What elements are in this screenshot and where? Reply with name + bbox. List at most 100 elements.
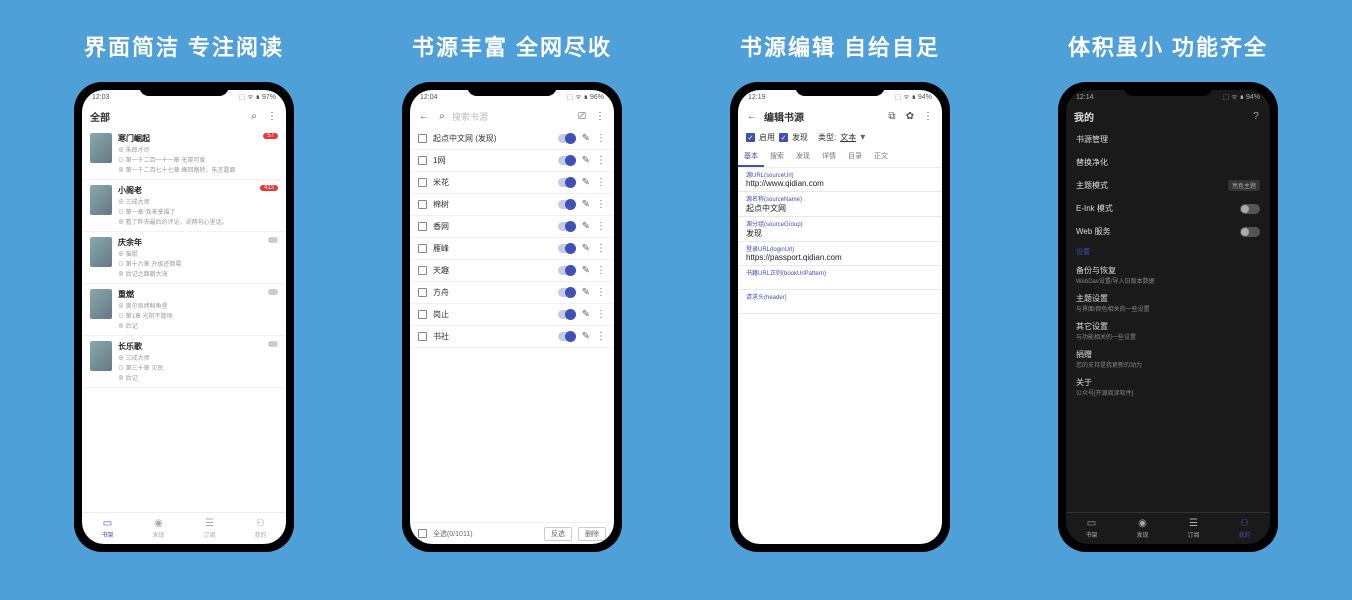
checkbox[interactable] (418, 156, 427, 165)
back-icon[interactable]: ← (746, 110, 758, 122)
search-input[interactable]: ⌕ 搜索书源 (436, 110, 570, 123)
form-field[interactable]: 源分组(sourceGroup) 发现 (738, 217, 942, 242)
edit-icon[interactable]: ✎ (582, 177, 590, 188)
source-row[interactable]: 起点中文网 (发现) ✎ ⋮ (410, 128, 614, 150)
tab-详情[interactable]: 详情 (816, 147, 842, 167)
checkbox[interactable] (418, 310, 427, 319)
nav-发现[interactable]: ◉发现 (1117, 513, 1168, 544)
edit-icon[interactable]: ✎ (582, 309, 590, 320)
checkbox[interactable] (418, 244, 427, 253)
book-item[interactable]: 寒门崛起 ⊕ 朱郎才尽 ⊙ 第一千二百一十一章 无辜可爱 ⊗ 第一千二百七十七章… (82, 128, 286, 180)
form-field[interactable]: 请求头(header) (738, 290, 942, 314)
discover-checkbox[interactable]: ✓ (779, 133, 788, 142)
field-value[interactable]: http://www.qidian.com (746, 179, 934, 189)
source-row[interactable]: 天趣 ✎ ⋮ (410, 260, 614, 282)
enable-checkbox[interactable]: ✓ (746, 133, 755, 142)
source-row[interactable]: 1网 ✎ ⋮ (410, 150, 614, 172)
edit-icon[interactable]: ✎ (582, 265, 590, 276)
enable-toggle[interactable] (558, 200, 576, 209)
book-item[interactable]: 长乐歌 ⊕ 三戒大师 ⊙ 第三十章 灾民 ⊗ 后记 (82, 336, 286, 388)
tab-基本[interactable]: 基本 (738, 147, 764, 167)
nav-订阅[interactable]: ☰订阅 (1168, 513, 1219, 544)
more-icon[interactable]: ⋮ (596, 309, 606, 320)
row-source-manage[interactable]: 书源管理 (1066, 128, 1270, 151)
checkbox[interactable] (418, 332, 427, 341)
edit-icon[interactable]: ✎ (582, 155, 590, 166)
scan-icon[interactable]: ⎚ (576, 110, 588, 122)
delete-button[interactable]: 删除 (578, 527, 606, 541)
form-field[interactable]: 书籍URL正则(bookUrlPattern) (738, 266, 942, 290)
nav-发现[interactable]: ◉发现 (133, 513, 184, 544)
edit-icon[interactable]: ✎ (582, 331, 590, 342)
enable-toggle[interactable] (558, 288, 576, 297)
enable-toggle[interactable] (558, 222, 576, 231)
settings-item[interactable]: 其它设置与功能相关的一些设置 (1066, 317, 1270, 345)
nav-书架[interactable]: ▭书架 (1066, 513, 1117, 544)
more-icon[interactable]: ⋮ (922, 110, 934, 122)
source-row[interactable]: 棉树 ✎ ⋮ (410, 194, 614, 216)
more-icon[interactable]: ⋮ (596, 287, 606, 298)
settings-item[interactable]: 捐赠您的支持是我更新的动力 (1066, 345, 1270, 373)
row-eink[interactable]: E-Ink 模式 (1066, 197, 1270, 220)
source-row[interactable]: 米花 ✎ ⋮ (410, 172, 614, 194)
type-select[interactable]: 文本 (840, 132, 856, 143)
book-item[interactable]: 庆余年 ⊕ 猫腻 ⊙ 第十六章 升级还倒霉 ⊗ 后记之面朝大海 (82, 232, 286, 284)
row-replace[interactable]: 替换净化 (1066, 151, 1270, 174)
edit-icon[interactable]: ✎ (582, 221, 590, 232)
more-icon[interactable]: ⋮ (596, 243, 606, 254)
source-list[interactable]: 起点中文网 (发现) ✎ ⋮ 1网 ✎ ⋮ 米花 ✎ ⋮ 棉树 ✎ ⋮ 香网 ✎… (410, 128, 614, 522)
tab-搜索[interactable]: 搜索 (764, 147, 790, 167)
checkbox[interactable] (418, 134, 427, 143)
field-value[interactable] (746, 301, 934, 311)
settings-item[interactable]: 主题设置与界面/颜色相关的一些设置 (1066, 289, 1270, 317)
invert-button[interactable]: 反选 (544, 527, 572, 541)
source-row[interactable]: 岗止 ✎ ⋮ (410, 304, 614, 326)
tab-all[interactable]: 全部 (90, 109, 242, 124)
checkbox[interactable] (418, 178, 427, 187)
book-list[interactable]: 寒门崛起 ⊕ 朱郎才尽 ⊙ 第一千二百一十一章 无辜可爱 ⊗ 第一千二百七十七章… (82, 128, 286, 512)
checkbox[interactable] (418, 266, 427, 275)
more-icon[interactable]: ⋮ (596, 199, 606, 210)
form-field[interactable]: 登录URL(loginUrl) https://passport.qidian.… (738, 242, 942, 266)
field-value[interactable]: 起点中文网 (746, 203, 934, 214)
back-icon[interactable]: ← (418, 110, 430, 122)
book-item[interactable]: 小阁老 ⊕ 三戒大师 ⊙ 第一章 我来享福了 ⊗ 看了昨天最后的评论，说两句心里… (82, 180, 286, 232)
more-icon[interactable]: ⋮ (594, 110, 606, 122)
enable-toggle[interactable] (558, 244, 576, 253)
tab-发现[interactable]: 发现 (790, 147, 816, 167)
more-icon[interactable]: ⋮ (596, 133, 606, 144)
more-icon[interactable]: ⋮ (596, 177, 606, 188)
field-value[interactable] (746, 277, 934, 287)
tab-正文[interactable]: 正文 (868, 147, 894, 167)
nav-书架[interactable]: ▭书架 (82, 513, 133, 544)
edit-icon[interactable]: ✎ (582, 133, 590, 144)
source-row[interactable]: 方舟 ✎ ⋮ (410, 282, 614, 304)
enable-toggle[interactable] (558, 156, 576, 165)
edit-icon[interactable]: ✎ (582, 243, 590, 254)
row-theme-mode[interactable]: 主题模式 亮色主题 (1066, 174, 1270, 197)
more-icon[interactable]: ⋮ (596, 155, 606, 166)
web-toggle[interactable] (1240, 227, 1260, 237)
field-value[interactable]: https://passport.qidian.com (746, 253, 934, 263)
source-row[interactable]: 香网 ✎ ⋮ (410, 216, 614, 238)
edit-icon[interactable]: ✎ (582, 287, 590, 298)
more-icon[interactable]: ⋮ (596, 221, 606, 232)
form-field[interactable]: 源URL(sourceUrl) http://www.qidian.com (738, 168, 942, 192)
nav-我的[interactable]: ⚇我的 (1219, 513, 1270, 544)
source-row[interactable]: 书社 ✎ ⋮ (410, 326, 614, 348)
nav-我的[interactable]: ⚇我的 (235, 513, 286, 544)
search-icon[interactable]: ⌕ (248, 110, 260, 122)
eink-toggle[interactable] (1240, 204, 1260, 214)
checkbox[interactable] (418, 288, 427, 297)
enable-toggle[interactable] (558, 134, 576, 143)
more-icon[interactable]: ⋮ (596, 331, 606, 342)
debug-icon[interactable]: ✿ (904, 110, 916, 122)
tab-目录[interactable]: 目录 (842, 147, 868, 167)
row-web[interactable]: Web 服务 (1066, 220, 1270, 243)
field-value[interactable]: 发现 (746, 228, 934, 239)
enable-toggle[interactable] (558, 178, 576, 187)
enable-toggle[interactable] (558, 310, 576, 319)
select-all-checkbox[interactable] (418, 529, 427, 538)
edit-icon[interactable]: ✎ (582, 199, 590, 210)
copy-icon[interactable]: ⧉ (886, 110, 898, 122)
